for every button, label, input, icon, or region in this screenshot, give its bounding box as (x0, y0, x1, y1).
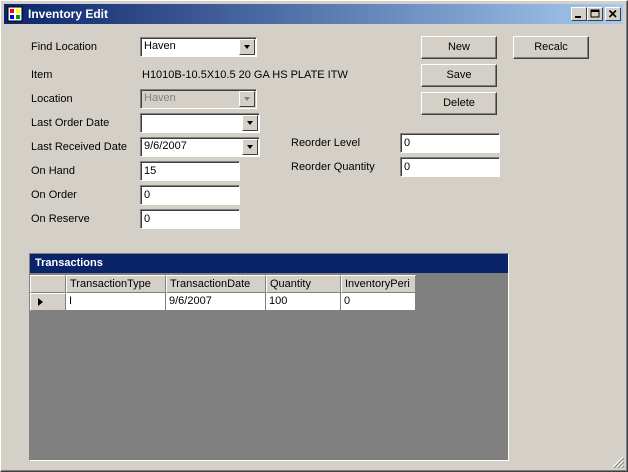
on-order-input[interactable]: 0 (140, 185, 240, 205)
delete-button[interactable]: Delete (421, 92, 497, 115)
maximize-icon (590, 9, 600, 18)
location-value: Haven (144, 92, 176, 104)
cell-transaction-date[interactable]: 9/6/2007 (166, 293, 266, 311)
chevron-down-icon (244, 45, 250, 49)
on-reserve-label: On Reserve (31, 213, 90, 225)
transactions-grid[interactable]: Transactions TransactionType Transaction… (29, 253, 509, 461)
location-dropdown-button (239, 91, 255, 107)
maximize-button[interactable] (587, 7, 603, 21)
on-hand-label: On Hand (31, 165, 76, 177)
grid-corner-header (30, 275, 66, 293)
new-button[interactable]: New (421, 36, 497, 59)
current-row-indicator-icon (38, 298, 43, 306)
window-title: Inventory Edit (28, 7, 109, 21)
find-location-label: Find Location (31, 41, 98, 53)
column-header-inventory-period[interactable]: InventoryPeri (341, 275, 416, 293)
chevron-down-icon (244, 97, 250, 101)
minimize-button[interactable] (571, 7, 587, 21)
save-button[interactable]: Save (421, 64, 497, 87)
column-header-transaction-type[interactable]: TransactionType (66, 275, 166, 293)
last-received-date-dropdown-button[interactable] (242, 139, 258, 155)
on-order-label: On Order (31, 189, 77, 201)
cell-quantity[interactable]: 100 (266, 293, 341, 311)
last-received-date-picker[interactable]: 9/6/2007 (140, 137, 260, 157)
row-header[interactable] (30, 293, 66, 311)
location-combo: Haven (140, 89, 257, 109)
cell-transaction-type[interactable]: I (66, 293, 166, 311)
reorder-quantity-input[interactable]: 0 (400, 157, 500, 177)
recalc-button[interactable]: Recalc (513, 36, 589, 59)
reorder-level-input[interactable]: 0 (400, 133, 500, 153)
column-header-transaction-date[interactable]: TransactionDate (166, 275, 266, 293)
last-order-date-picker[interactable] (140, 113, 260, 133)
close-icon (608, 9, 617, 18)
chevron-down-icon (247, 145, 253, 149)
minimize-icon (575, 16, 581, 18)
chevron-down-icon (247, 121, 253, 125)
reorder-level-label: Reorder Level (291, 137, 361, 149)
close-button[interactable] (605, 7, 621, 21)
location-label: Location (31, 93, 73, 105)
last-received-date-value: 9/6/2007 (144, 140, 187, 152)
app-icon (7, 6, 23, 22)
last-order-date-label: Last Order Date (31, 117, 110, 129)
reorder-quantity-label: Reorder Quantity (291, 161, 375, 173)
resize-grip-icon[interactable] (612, 456, 624, 468)
find-location-dropdown-button[interactable] (239, 39, 255, 55)
find-location-combo[interactable]: Haven (140, 37, 257, 57)
find-location-value: Haven (144, 40, 176, 52)
on-hand-input[interactable]: 15 (140, 161, 240, 181)
transactions-grid-caption: Transactions (30, 254, 508, 273)
title-bar[interactable]: Inventory Edit (4, 4, 623, 24)
last-received-date-label: Last Received Date (31, 141, 127, 153)
cell-inventory-period[interactable]: 0 (341, 293, 416, 311)
inventory-edit-window: Inventory Edit Find Location Haven Item … (0, 0, 628, 472)
on-reserve-input[interactable]: 0 (140, 209, 240, 229)
item-value: H1010B-10.5X10.5 20 GA HS PLATE ITW (142, 69, 348, 81)
item-label: Item (31, 69, 53, 81)
column-header-quantity[interactable]: Quantity (266, 275, 341, 293)
last-order-date-dropdown-button[interactable] (242, 115, 258, 131)
transactions-grid-title: Transactions (35, 257, 103, 269)
